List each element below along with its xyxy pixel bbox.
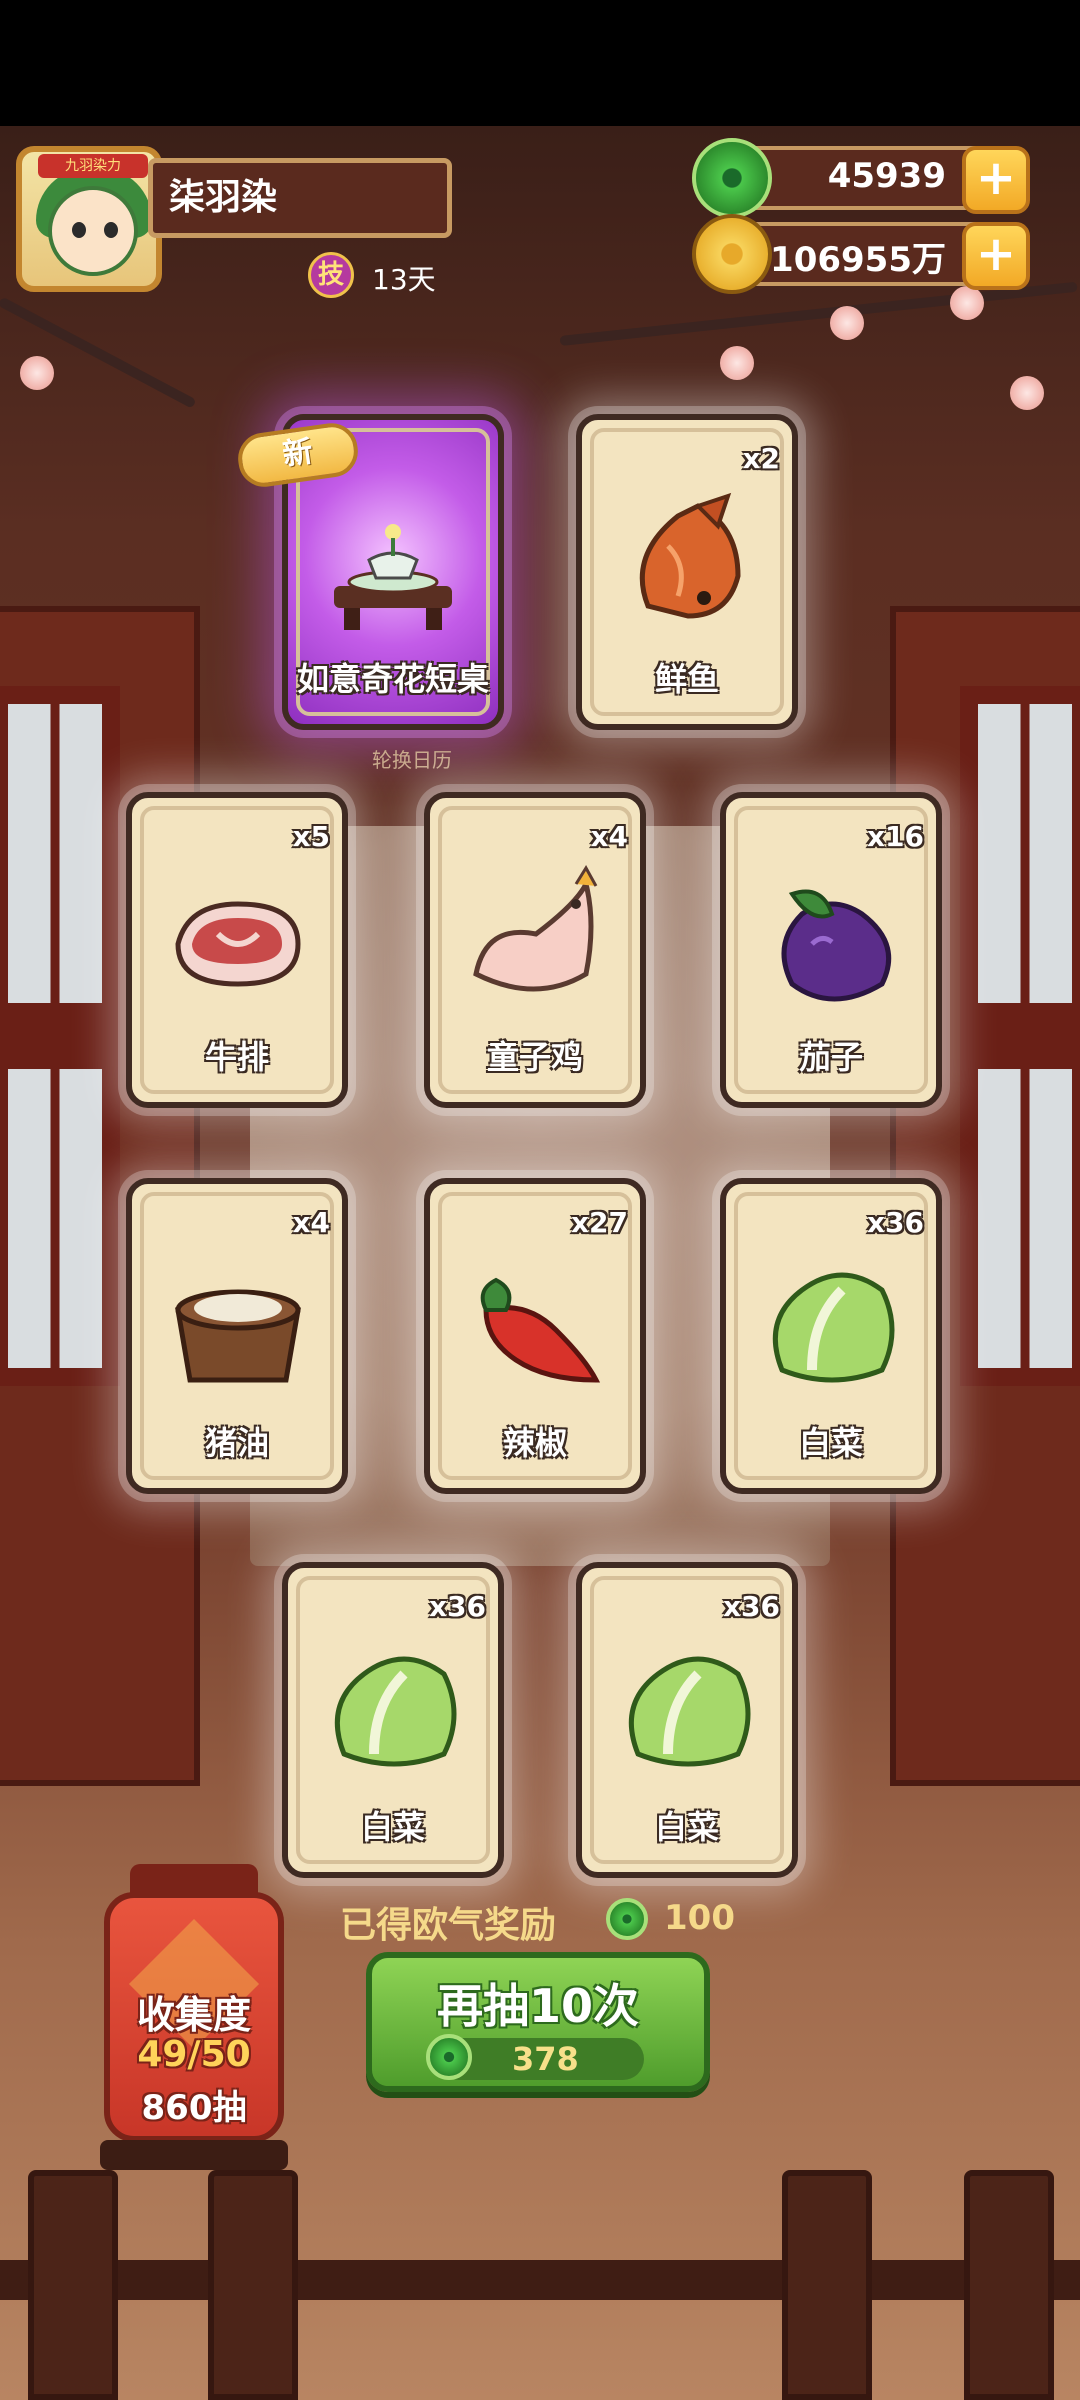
cabbage-icon [334, 1656, 457, 1767]
lattice-window-right [960, 686, 1080, 1386]
steak-icon [175, 901, 301, 987]
add-coin-button[interactable]: + [962, 222, 1030, 290]
reward-card[interactable]: x36 白菜 [720, 1178, 942, 1494]
table-icon [334, 524, 452, 630]
reward-card[interactable]: x2 鲜鱼 [576, 414, 798, 730]
skill-days: 13天 [372, 263, 436, 296]
card-label: 童子鸡 [486, 1038, 583, 1076]
blossom-branch-left [0, 296, 197, 409]
add-jade-button[interactable]: + [962, 146, 1030, 214]
collection-progress: 49/50 [137, 2034, 251, 2075]
fence-post [208, 2170, 298, 2400]
card-label: 白菜 [360, 1808, 425, 1846]
coin-amount: 106955万 [770, 240, 946, 280]
reward-card[interactable]: x16 茄子 [720, 792, 942, 1108]
reward-card[interactable]: x36 白菜 [576, 1562, 798, 1878]
card-label: 猪油 [204, 1424, 269, 1462]
lattice-window-left [0, 686, 120, 1386]
fence-post [28, 2170, 118, 2400]
card-label: 辣椒 [502, 1424, 567, 1462]
player-avatar[interactable]: 九羽染力 [16, 146, 162, 292]
avatar-banner: 九羽染力 [38, 154, 148, 178]
reward-card[interactable]: x27 辣椒 [424, 1178, 646, 1494]
card-quantity: x2 [742, 442, 780, 475]
reward-card[interactable]: x36 白菜 [282, 1562, 504, 1878]
card-quantity: x5 [292, 820, 330, 853]
card-quantity: x4 [590, 820, 628, 853]
jade-icon [692, 138, 772, 218]
player-name: 柒羽染 [148, 158, 452, 238]
coin-icon [692, 214, 772, 294]
coin-currency: 106955万 + [692, 214, 1030, 294]
card-quantity: x36 [428, 1590, 486, 1623]
card-label: 如意奇花短桌 [296, 660, 489, 698]
reward-card[interactable]: x4 童子鸡 [424, 792, 646, 1108]
cabbage-icon [772, 1272, 895, 1383]
jade-icon [606, 1898, 648, 1940]
card-quantity: x36 [866, 1206, 924, 1239]
cabbage-icon [628, 1656, 751, 1767]
fish-icon [639, 492, 741, 619]
blossom [20, 356, 54, 390]
collection-draws: 860抽 [141, 2088, 247, 2128]
jade-icon [426, 2034, 472, 2080]
fence-post [964, 2170, 1054, 2400]
chicken-icon [473, 865, 598, 992]
blossom [950, 286, 984, 320]
card-quantity: x36 [722, 1590, 780, 1623]
collection-lantern[interactable]: 收集度 49/50 860抽 [100, 1864, 288, 2170]
card-quantity: x16 [866, 820, 924, 853]
draw-button-label: 再抽10次 [436, 1979, 639, 2033]
fence-rail [0, 2260, 1080, 2300]
blossom [1010, 376, 1044, 410]
calendar-label: 轮换日历 [372, 748, 452, 772]
card-label: 牛排 [204, 1038, 269, 1076]
reward-label: 已得欧气奖励 [340, 1905, 557, 1946]
reward-card[interactable]: x4 猪油 [126, 1178, 348, 1494]
jade-amount: 45939 [827, 156, 946, 196]
blossom [830, 306, 864, 340]
draw-cost: 378 [512, 2040, 579, 2078]
card-label: 白菜 [798, 1424, 863, 1462]
status-bar [0, 0, 1080, 126]
lard-icon [175, 1289, 301, 1383]
skill-icon[interactable]: 技 [308, 252, 354, 298]
fence-post [782, 2170, 872, 2400]
card-quantity: x27 [570, 1206, 628, 1239]
reward-value: 100 [664, 1898, 735, 1938]
eggplant-icon [781, 889, 892, 1002]
card-label: 鲜鱼 [654, 660, 719, 698]
card-quantity: x4 [292, 1206, 330, 1239]
blossom [720, 346, 754, 380]
pepper-icon [480, 1277, 601, 1383]
reward-card[interactable]: x5 牛排 [126, 792, 348, 1108]
draw-again-button[interactable]: 再抽10次 378 [366, 1952, 710, 2092]
jade-currency: 45939 + [692, 138, 1030, 218]
collection-title: 收集度 [136, 1993, 251, 2037]
card-label: 白菜 [654, 1808, 719, 1846]
card-label: 茄子 [798, 1038, 863, 1076]
blossom-branch-right [559, 281, 1078, 346]
